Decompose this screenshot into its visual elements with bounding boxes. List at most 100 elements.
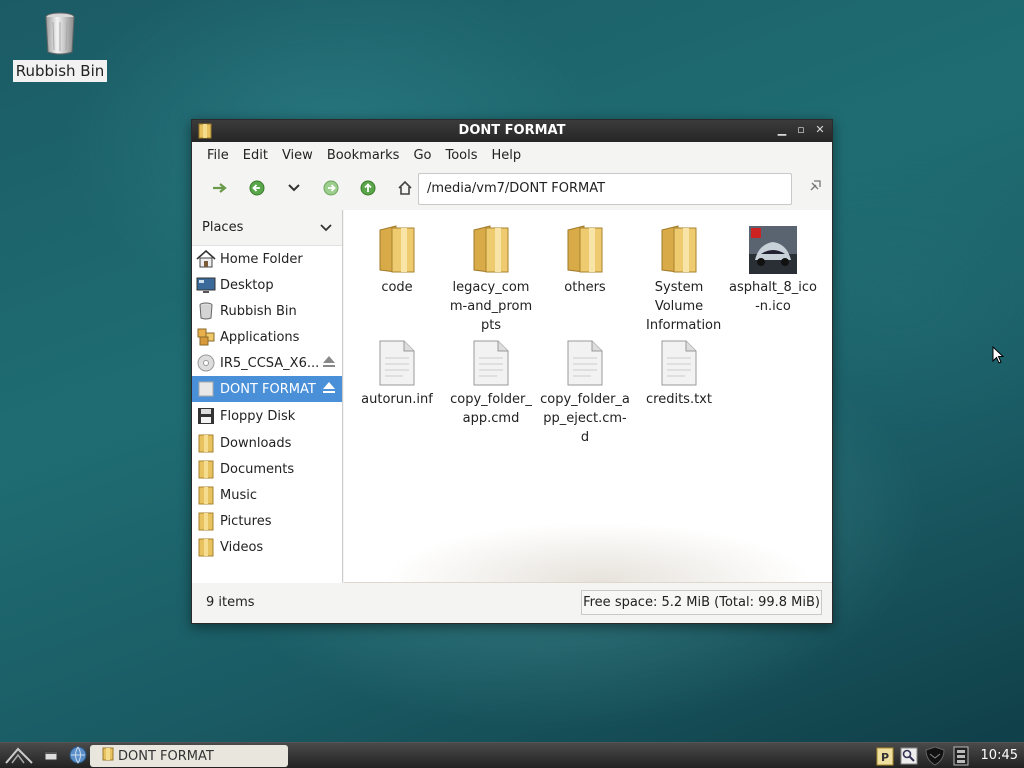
free-space: Free space: 5.2 MiB (Total: 99.8 MiB): [581, 590, 822, 615]
file-name: autorun.inf: [361, 392, 433, 407]
taskbar-window-button[interactable]: DONT FORMAT: [90, 745, 288, 767]
sidebar-item-label: Documents: [220, 461, 295, 477]
browser-icon[interactable]: [68, 745, 88, 768]
file-view[interactable]: code legacy_comm-and_prompts others Syst…: [344, 210, 832, 583]
sidebar-item-applications[interactable]: Applications: [192, 324, 342, 350]
file-item-others[interactable]: others: [538, 218, 632, 297]
folder-icon: [196, 459, 216, 479]
folder-icon: [196, 537, 216, 557]
menu-go[interactable]: Go: [406, 145, 438, 166]
sidebar-item-rubbish-bin[interactable]: Rubbish Bin: [192, 298, 342, 324]
sidebar-item-videos[interactable]: Videos: [192, 534, 342, 560]
folder-icon: [196, 485, 216, 505]
svg-text:P: P: [881, 751, 889, 764]
home-button[interactable]: [389, 172, 421, 204]
trash-icon: [196, 301, 216, 321]
file-item-asphalt-ico[interactable]: asphalt_8_ico-n.ico: [726, 218, 820, 316]
window-titlebar[interactable]: DONT FORMAT ▁ ▫ ✕: [192, 120, 832, 142]
folder-icon: [102, 747, 114, 765]
back-button[interactable]: [241, 172, 273, 204]
forward-button[interactable]: [315, 172, 347, 204]
disc-icon: [196, 353, 216, 373]
sidebar-item-label: DONT FORMAT: [220, 381, 316, 397]
file-item-autorun-inf[interactable]: autorun.inf: [350, 330, 444, 409]
menu-bar: File Edit View Bookmarks Go Tools Help: [192, 142, 832, 168]
sidebar-item-label: Pictures: [220, 513, 272, 529]
minimize-button[interactable]: ▁: [776, 122, 788, 138]
sidebar-item-dont-format[interactable]: DONT FORMAT: [192, 376, 342, 402]
item-count: 9 items: [206, 595, 255, 610]
sidebar-item-label: Downloads: [220, 435, 292, 451]
menu-help[interactable]: Help: [485, 145, 529, 166]
sidebar-item-floppy-disk[interactable]: Floppy Disk: [192, 402, 342, 430]
clock[interactable]: 10:45: [981, 748, 1018, 763]
file-item-copy-folder-app-cmd[interactable]: copy_folder_app.cmd: [444, 330, 538, 428]
eject-icon[interactable]: [322, 381, 336, 398]
battery-icon[interactable]: [952, 745, 970, 768]
sidebar-item-documents[interactable]: Documents: [192, 456, 342, 482]
file-name: copy_folder_app.cmd: [450, 392, 532, 426]
document-icon: [661, 340, 697, 386]
go-button[interactable]: [808, 177, 824, 197]
sidebar-item-downloads[interactable]: Downloads: [192, 430, 342, 456]
file-name: others: [564, 280, 606, 295]
location-input[interactable]: /media/vm7/DONT FORMAT: [418, 173, 792, 205]
maximize-button[interactable]: ▫: [795, 122, 807, 138]
mouse-pointer-icon: [992, 345, 1005, 368]
chevron-down-icon: [320, 223, 332, 231]
eject-icon[interactable]: [322, 355, 336, 372]
file-name: code: [381, 280, 413, 295]
menu-tools[interactable]: Tools: [438, 145, 484, 166]
sidebar-item-pictures[interactable]: Pictures: [192, 508, 342, 534]
sidebar-item-label: Rubbish Bin: [220, 303, 297, 319]
search-icon[interactable]: [900, 747, 918, 768]
status-bar: 9 items Free space: 5.2 MiB (Total: 99.8…: [192, 583, 832, 623]
desktop-icon-rubbish-bin[interactable]: Rubbish Bin: [12, 12, 108, 82]
window-title: DONT FORMAT: [458, 123, 566, 138]
sidebar-item-music[interactable]: Music: [192, 482, 342, 508]
up-button[interactable]: [352, 172, 384, 204]
shield-icon[interactable]: [924, 746, 946, 768]
menu-view[interactable]: View: [275, 145, 320, 166]
sidebar-item-label: Floppy Disk: [220, 408, 296, 424]
history-dropdown[interactable]: [278, 172, 310, 204]
file-item-credits-txt[interactable]: credits.txt: [632, 330, 726, 409]
sidebar-item-ir5-ccsa[interactable]: IR5_CCSA_X6...: [192, 350, 342, 376]
file-name: legacy_comm-and_prompts: [449, 280, 533, 333]
folder-icon: [196, 433, 216, 453]
clipboard-icon[interactable]: P: [876, 746, 894, 768]
sidebar-item-label: Desktop: [220, 277, 274, 293]
folder-icon: [567, 225, 603, 273]
file-item-legacy-command-prompts[interactable]: legacy_comm-and_prompts: [444, 218, 538, 335]
show-desktop-icon[interactable]: [42, 747, 60, 767]
sidebar-item-label: IR5_CCSA_X6...: [220, 355, 320, 371]
applications-icon: [196, 327, 216, 347]
up-icon: [360, 180, 376, 196]
back-icon: [249, 180, 265, 196]
folder-icon: [196, 511, 216, 531]
file-name: asphalt_8_ico-n.ico: [729, 280, 817, 314]
trash-icon: [45, 12, 75, 55]
system-tray: P: [876, 745, 970, 768]
places-header[interactable]: Places: [192, 210, 342, 246]
new-tab-button[interactable]: [204, 172, 236, 204]
chevron-down-icon: [288, 184, 300, 192]
sidebar-item-label: Applications: [220, 329, 300, 345]
start-menu-icon[interactable]: [4, 745, 34, 768]
taskbar: DONT FORMAT P 10:45: [0, 742, 1024, 768]
forward-icon: [323, 180, 339, 196]
file-name: System Volume Information: [646, 280, 722, 333]
menu-file[interactable]: File: [200, 145, 236, 166]
menu-bookmarks[interactable]: Bookmarks: [320, 145, 407, 166]
sidebar-item-home-folder[interactable]: Home Folder: [192, 246, 342, 272]
sidebar-item-desktop[interactable]: Desktop: [192, 272, 342, 298]
file-item-code[interactable]: code: [350, 218, 444, 297]
file-item-system-volume-information[interactable]: System Volume Information: [632, 218, 726, 335]
sidebar-item-label: Music: [220, 487, 257, 503]
file-item-copy-folder-app-eject-cmd[interactable]: copy_folder_app_eject.cm-d: [538, 330, 632, 447]
desktop-icon: [196, 275, 216, 295]
menu-edit[interactable]: Edit: [236, 145, 275, 166]
drive-icon: [196, 379, 216, 399]
taskbar-window-label: DONT FORMAT: [118, 748, 214, 764]
close-button[interactable]: ✕: [814, 122, 826, 138]
